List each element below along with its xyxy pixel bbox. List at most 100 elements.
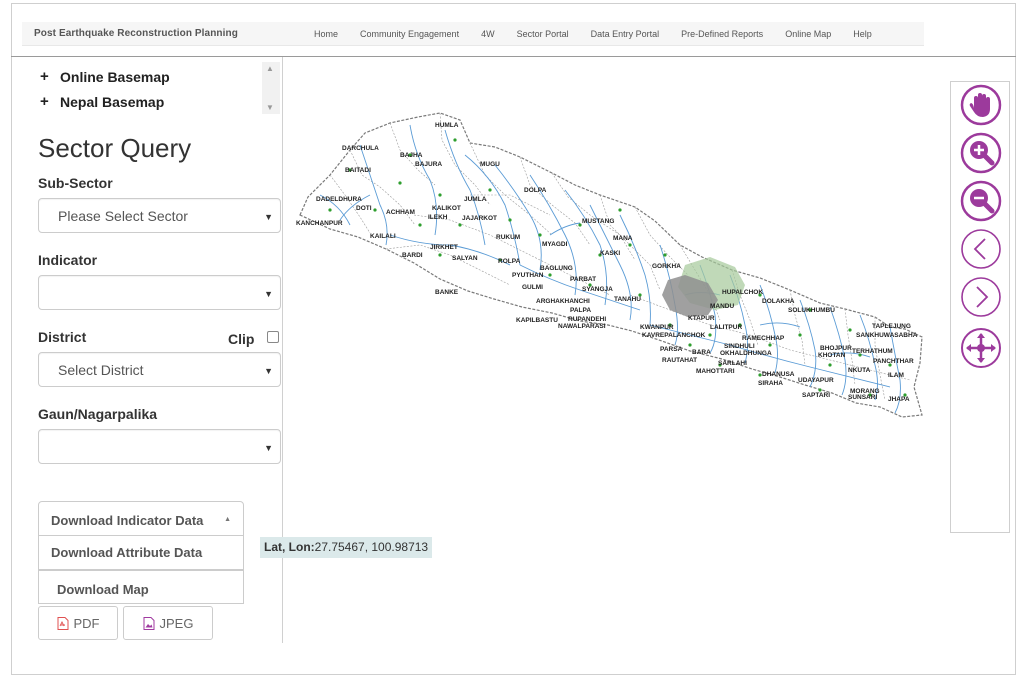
pdf-file-icon — [57, 616, 68, 630]
svg-text:MUSTANG: MUSTANG — [582, 218, 614, 225]
scroll-up-icon[interactable]: ▲ — [266, 64, 274, 73]
top-navbar: Post Earthquake Reconstruction Planning … — [22, 22, 924, 46]
nepal-district-map[interactable]: HUMLA DARCHULA BAJHA BAJURA BAITADI MUGU… — [290, 95, 940, 425]
layer-list-scrollbar[interactable]: ▲ ▼ — [262, 62, 280, 114]
clip-label: Clip — [228, 331, 255, 347]
gaun-select[interactable]: ▼ — [38, 429, 281, 464]
svg-text:KAILALI: KAILALI — [370, 233, 396, 240]
svg-text:KANCHANPUR: KANCHANPUR — [296, 220, 343, 227]
layer-nepal-basemap[interactable]: + Nepal Basemap — [40, 89, 294, 114]
expand-icon[interactable]: + — [40, 93, 52, 111]
image-file-icon — [143, 616, 155, 630]
svg-text:NKUTA: NKUTA — [848, 367, 871, 374]
pan-icon[interactable] — [960, 84, 1002, 126]
district-select[interactable]: Select District ▼ — [38, 352, 281, 387]
svg-text:SUNSARI: SUNSARI — [848, 394, 877, 401]
svg-text:PYUTHAN: PYUTHAN — [512, 272, 544, 279]
nav-sector-portal[interactable]: Sector Portal — [517, 29, 569, 39]
svg-text:DOLAKHA: DOLAKHA — [762, 298, 795, 305]
coordinate-label: Lat, Lon: — [264, 540, 315, 554]
svg-text:PALPA: PALPA — [570, 307, 591, 314]
download-map-button[interactable]: Download Map — [38, 570, 244, 604]
svg-text:RAUTAHAT: RAUTAHAT — [662, 357, 697, 364]
map-toolbar — [950, 81, 1010, 533]
sub-sector-value: Please Select Sector — [58, 208, 188, 224]
svg-text:GULMI: GULMI — [522, 284, 543, 291]
svg-text:SALYAN: SALYAN — [452, 255, 478, 262]
svg-text:MYAGDI: MYAGDI — [542, 241, 568, 248]
svg-text:RAMECHHAP: RAMECHHAP — [742, 335, 785, 342]
pdf-label: PDF — [73, 615, 100, 631]
indicator-label: Indicator — [38, 252, 98, 268]
nav-online-map[interactable]: Online Map — [785, 29, 831, 39]
svg-text:ACHHAM: ACHHAM — [386, 209, 415, 216]
svg-text:ARGHAKHANCHI: ARGHAKHANCHI — [536, 298, 590, 305]
coordinate-value: 27.75467, 100.98713 — [314, 540, 429, 554]
previous-extent-icon[interactable] — [960, 228, 1002, 270]
svg-text:SANKHUWASABHA: SANKHUWASABHA — [856, 332, 918, 339]
svg-text:NAWALPARASI: NAWALPARASI — [558, 323, 606, 330]
svg-text:JUMLA: JUMLA — [464, 196, 487, 203]
svg-text:TANAHU: TANAHU — [614, 296, 641, 303]
pdf-button[interactable]: PDF — [38, 606, 118, 640]
main-nav: Home Community Engagement 4W Sector Port… — [314, 29, 894, 39]
svg-text:BAITADI: BAITADI — [345, 167, 371, 174]
download-indicator-data-button[interactable]: Download Indicator Data ▲ — [38, 501, 244, 536]
sector-query-title: Sector Query — [38, 133, 192, 163]
caret-icon: ▲ — [224, 516, 231, 523]
svg-text:PANCHTHAR: PANCHTHAR — [873, 358, 914, 365]
scroll-down-icon[interactable]: ▼ — [266, 103, 274, 112]
svg-text:PARSA: PARSA — [660, 346, 683, 353]
full-extent-icon[interactable] — [960, 327, 1002, 369]
caret-down-icon: ▼ — [264, 443, 273, 453]
clip-checkbox[interactable] — [267, 331, 279, 343]
svg-text:BARDI: BARDI — [402, 252, 423, 259]
svg-text:SIRAHA: SIRAHA — [758, 380, 783, 387]
svg-text:JHAPA: JHAPA — [888, 396, 910, 403]
jpeg-label: JPEG — [159, 615, 194, 631]
zoom-in-icon[interactable] — [960, 132, 1002, 174]
coordinate-readout: Lat, Lon:27.75467, 100.98713 — [260, 537, 433, 558]
nav-pre-defined-reports[interactable]: Pre-Defined Reports — [681, 29, 763, 39]
nav-help[interactable]: Help — [853, 29, 872, 39]
svg-text:KAVREPALANCHOK: KAVREPALANCHOK — [642, 332, 706, 339]
layer-label: Online Basemap — [60, 68, 170, 85]
layer-online-basemap[interactable]: + Online Basemap — [40, 64, 294, 89]
svg-text:BAGLUNG: BAGLUNG — [540, 265, 573, 272]
sub-sector-select[interactable]: Please Select Sector ▼ — [38, 198, 281, 233]
zoom-out-icon[interactable] — [960, 180, 1002, 222]
jpeg-button[interactable]: JPEG — [123, 606, 213, 640]
download-attribute-data-button[interactable]: Download Attribute Data — [38, 535, 244, 570]
svg-text:KHOTAN: KHOTAN — [818, 352, 846, 359]
svg-text:KALIKOT: KALIKOT — [432, 205, 461, 212]
next-extent-icon[interactable] — [960, 276, 1002, 318]
svg-text:TERHATHUM: TERHATHUM — [852, 348, 893, 355]
svg-text:KWANPUR: KWANPUR — [640, 324, 674, 331]
svg-text:KAPILBASTU: KAPILBASTU — [516, 317, 558, 324]
expand-icon[interactable]: + — [40, 68, 52, 86]
brand-title[interactable]: Post Earthquake Reconstruction Planning — [34, 28, 238, 39]
nav-community-engagement[interactable]: Community Engagement — [360, 29, 459, 39]
svg-text:BHOJPUR: BHOJPUR — [820, 345, 852, 352]
svg-text:BARA: BARA — [692, 349, 711, 356]
svg-text:DOLPA: DOLPA — [524, 187, 547, 194]
layer-label: Nepal Basemap — [60, 93, 165, 110]
svg-text:TAPLEJUNG: TAPLEJUNG — [872, 323, 911, 330]
svg-text:BAJURA: BAJURA — [415, 161, 442, 168]
svg-text:MUGU: MUGU — [480, 161, 500, 168]
svg-text:ROLPA: ROLPA — [498, 258, 521, 265]
layer-list: + Online Basemap + Nepal Basemap — [40, 64, 294, 116]
nav-home[interactable]: Home — [314, 29, 338, 39]
svg-text:UDAYAPUR: UDAYAPUR — [798, 377, 834, 384]
indicator-select[interactable]: ▼ — [38, 275, 281, 310]
nav-data-entry-portal[interactable]: Data Entry Portal — [591, 29, 660, 39]
svg-text:RUPANDEHI: RUPANDEHI — [568, 316, 606, 323]
svg-text:HUPALCHOK: HUPALCHOK — [722, 289, 763, 296]
svg-text:SINDHULI: SINDHULI — [724, 343, 755, 350]
svg-text:OKHALDHUNGA: OKHALDHUNGA — [720, 350, 772, 357]
svg-text:LALITPUR: LALITPUR — [710, 324, 742, 331]
svg-text:DOTI: DOTI — [356, 205, 372, 212]
caret-down-icon: ▼ — [264, 366, 273, 376]
svg-text:SYANGJA: SYANGJA — [582, 286, 613, 293]
nav-4w[interactable]: 4W — [481, 29, 495, 39]
